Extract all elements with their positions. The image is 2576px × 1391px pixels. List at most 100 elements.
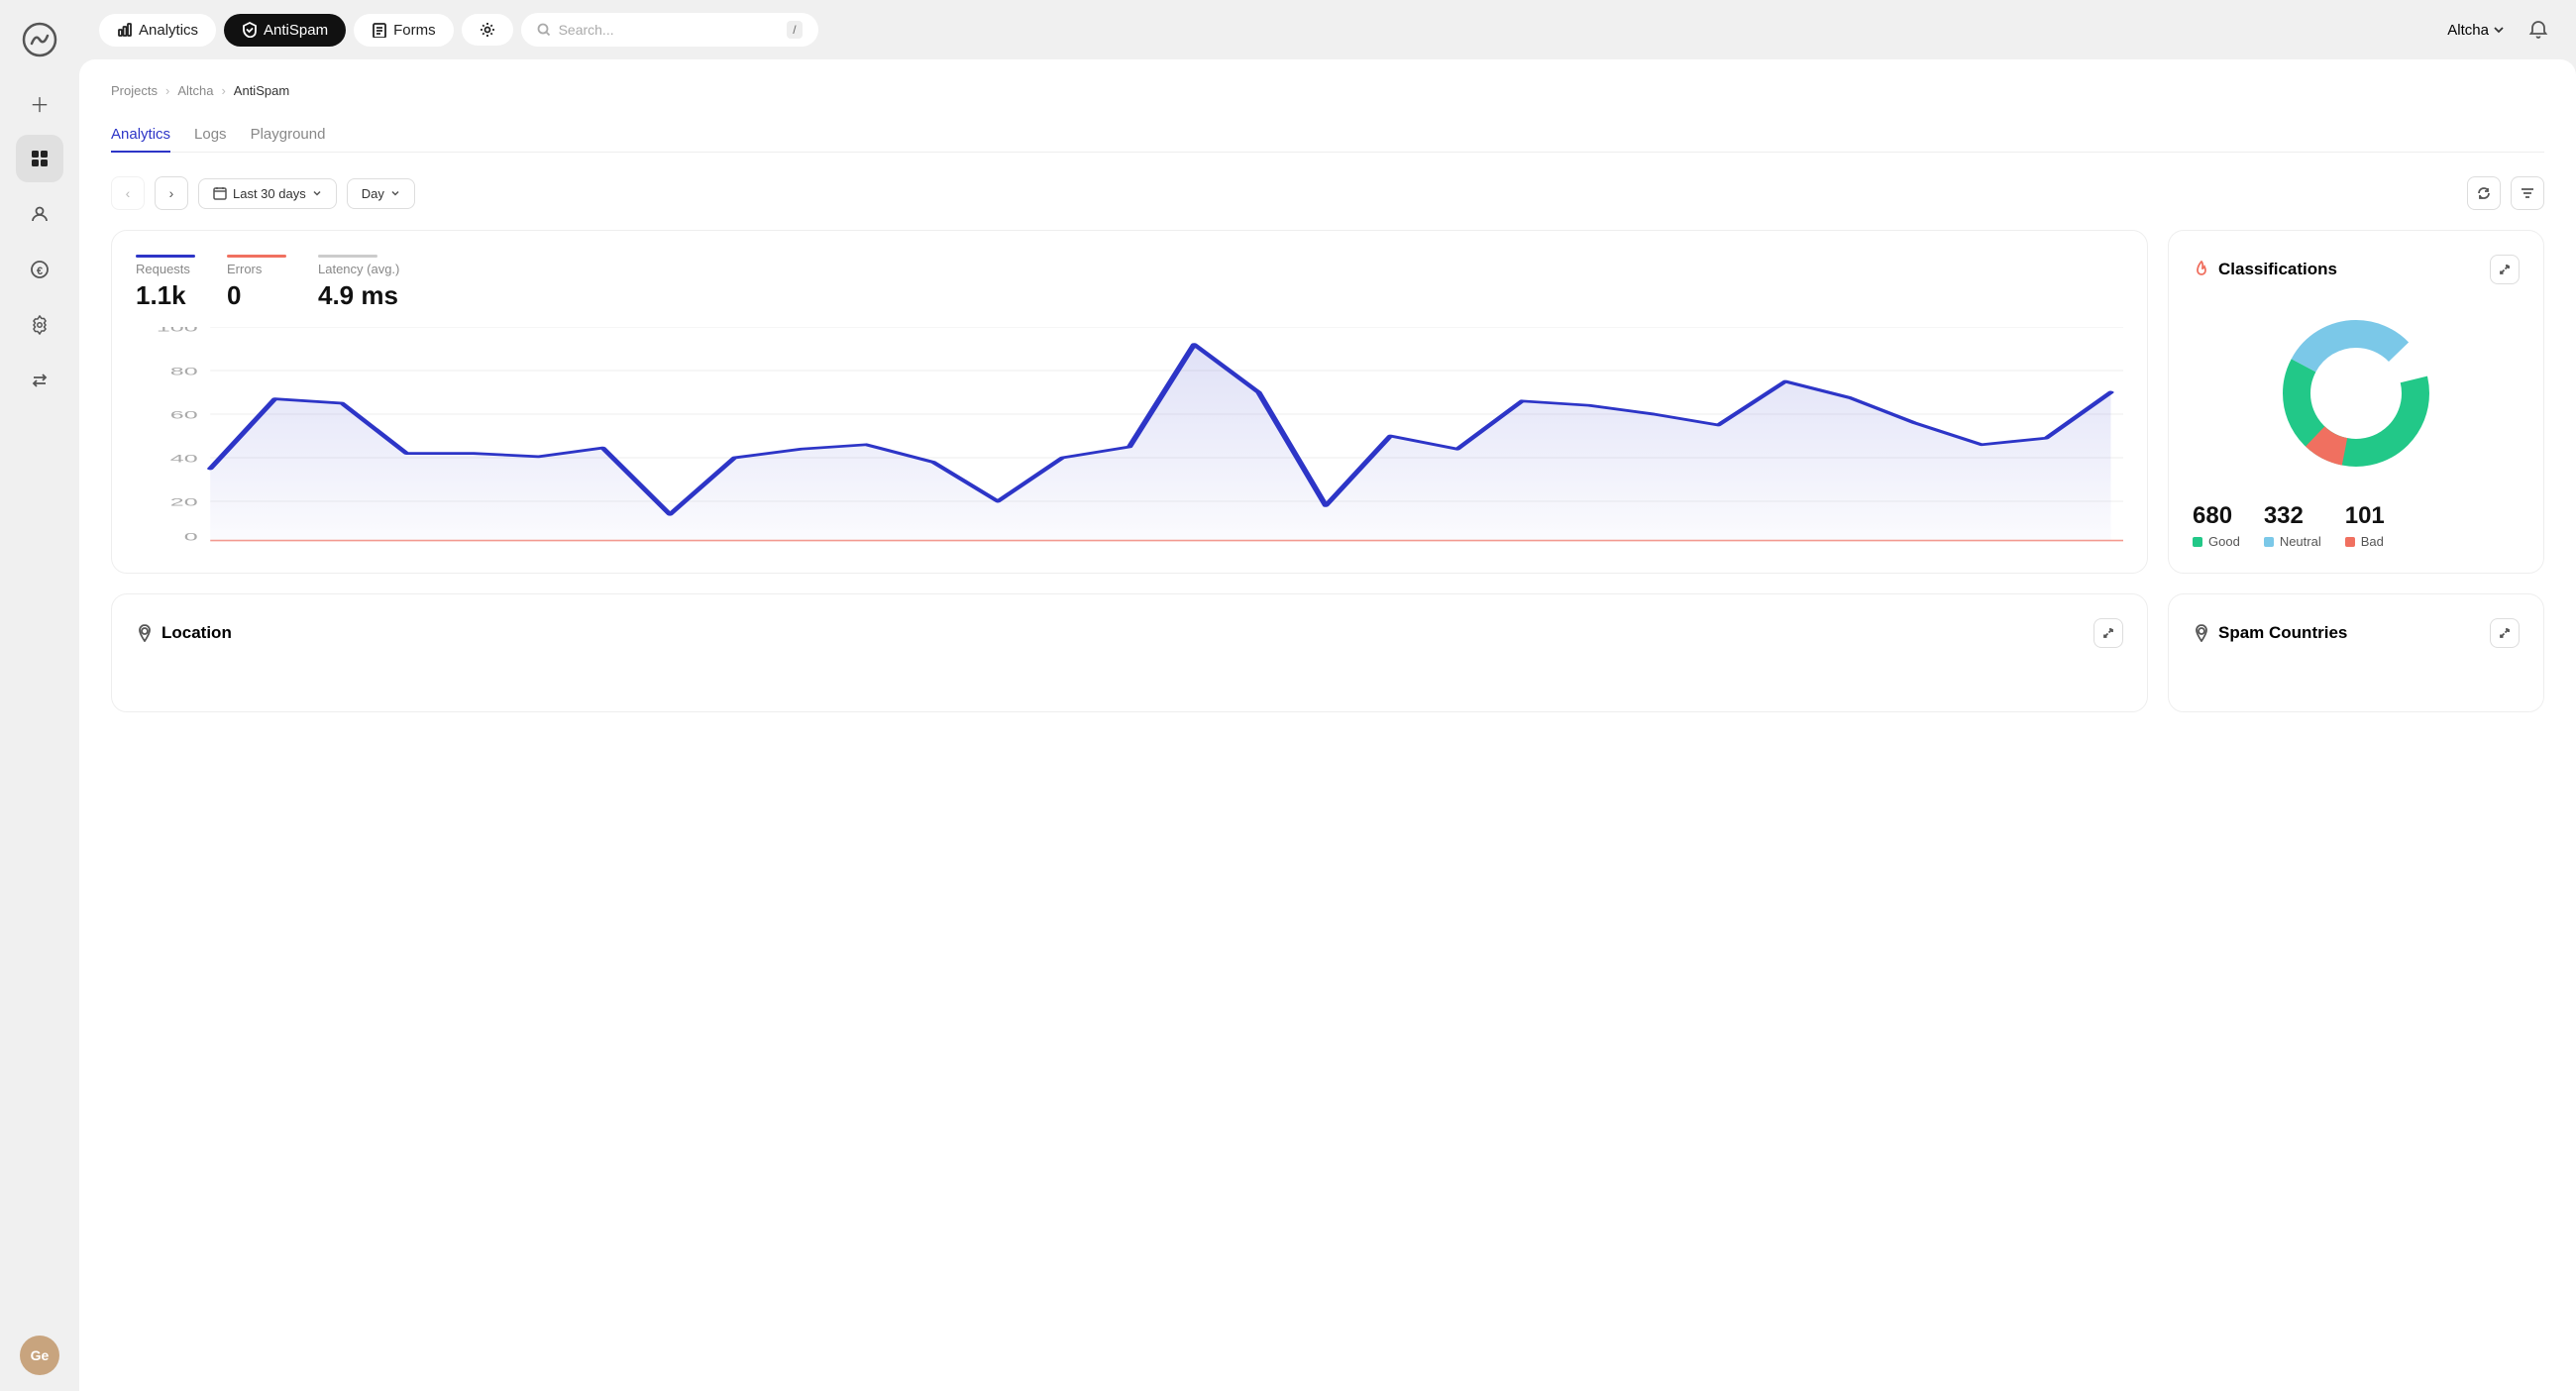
good-dot: [2193, 537, 2202, 547]
requests-value: 1.1k: [136, 280, 195, 311]
flame-icon: [2193, 261, 2210, 278]
neutral-value: 332: [2264, 502, 2321, 530]
breadcrumb-sep-1: ›: [165, 83, 169, 98]
line-chart: 100 80 60 40 20 0 Sep 18 Sep 19 Sep: [136, 327, 2123, 545]
forms-nav-label: Forms: [393, 22, 436, 39]
neutral-stat: 332 Neutral: [2264, 502, 2321, 549]
classifications-header: Classifications: [2193, 255, 2520, 284]
add-button[interactable]: ＋: [16, 79, 63, 127]
analytics-nav-label: Analytics: [139, 22, 198, 39]
bad-dot: [2345, 537, 2355, 547]
svg-text:20: 20: [170, 496, 198, 508]
breadcrumb-sep-2: ›: [221, 83, 225, 98]
latency-value: 4.9 ms: [318, 280, 399, 311]
refresh-button[interactable]: [2467, 176, 2501, 210]
tab-playground[interactable]: Playground: [251, 118, 326, 153]
bad-value: 101: [2345, 502, 2385, 530]
main-area: Analytics AntiSpam Forms Search.: [79, 0, 2576, 1391]
logo[interactable]: [16, 16, 63, 63]
location-icon: [136, 624, 154, 642]
breadcrumb-projects[interactable]: Projects: [111, 83, 158, 98]
donut-chart-container: [2193, 304, 2520, 482]
breadcrumb-altcha[interactable]: Altcha: [177, 83, 213, 98]
controls-bar: ‹ › Last 30 days Day: [111, 176, 2544, 210]
top-navigation: Analytics AntiSpam Forms Search.: [79, 0, 2576, 59]
requests-label: Requests: [136, 262, 195, 276]
spam-countries-expand-button[interactable]: [2490, 618, 2520, 648]
errors-label: Errors: [227, 262, 286, 276]
spam-countries-title-label: Spam Countries: [2218, 623, 2347, 643]
location-title-label: Location: [161, 623, 232, 643]
location-title: Location: [136, 623, 232, 643]
filter-button[interactable]: [2511, 176, 2544, 210]
spam-countries-title: Spam Countries: [2193, 623, 2347, 643]
svg-text:60: 60: [170, 409, 198, 421]
search-shortcut: /: [787, 21, 802, 39]
topnav-right: Altcha: [2447, 12, 2556, 48]
analytics-nav-button[interactable]: Analytics: [99, 14, 216, 47]
bad-label: Bad: [2345, 534, 2385, 549]
user-menu[interactable]: Altcha: [2447, 22, 2505, 39]
svg-text:80: 80: [170, 366, 198, 377]
donut-chart: [2267, 304, 2445, 482]
tab-analytics[interactable]: Analytics: [111, 118, 170, 153]
spam-countries-card: Spam Countries: [2168, 593, 2544, 712]
spam-countries-icon: [2193, 624, 2210, 642]
svg-text:40: 40: [170, 453, 198, 465]
user-button[interactable]: [16, 190, 63, 238]
classifications-card: Classifications: [2168, 230, 2544, 574]
notifications-button[interactable]: [2521, 12, 2556, 48]
sidebar: ＋ € Ge: [0, 0, 79, 1391]
content-area: Projects › Altcha › AntiSpam Analytics L…: [79, 59, 2576, 1391]
svg-text:100: 100: [157, 327, 198, 334]
breadcrumb: Projects › Altcha › AntiSpam: [111, 83, 2544, 98]
errors-line-indicator: [227, 255, 286, 258]
requests-legend: Requests 1.1k: [136, 255, 195, 311]
chart-svg: 100 80 60 40 20 0 Sep 18 Sep 19 Sep: [136, 327, 2123, 545]
search-placeholder: Search...: [559, 22, 614, 38]
controls-right: [2467, 176, 2544, 210]
neutral-dot: [2264, 537, 2274, 547]
gear-nav-button[interactable]: [462, 14, 513, 46]
latency-label: Latency (avg.): [318, 262, 399, 276]
svg-text:0: 0: [184, 531, 198, 543]
classifications-title-label: Classifications: [2218, 260, 2337, 279]
classifications-expand-button[interactable]: [2490, 255, 2520, 284]
svg-text:€: €: [37, 266, 43, 277]
next-button[interactable]: ›: [155, 176, 188, 210]
grid-button[interactable]: [16, 135, 63, 182]
latency-line-indicator: [318, 255, 377, 258]
search-bar[interactable]: Search... /: [521, 13, 818, 47]
granularity-select[interactable]: Day: [347, 178, 415, 209]
requests-line-indicator: [136, 255, 195, 258]
errors-legend: Errors 0: [227, 255, 286, 311]
latency-legend: Latency (avg.) 4.9 ms: [318, 255, 399, 311]
location-card: Location: [111, 593, 2148, 712]
requests-chart-card: Requests 1.1k Errors 0 Latency (avg.) 4.…: [111, 230, 2148, 574]
tab-logs[interactable]: Logs: [194, 118, 227, 153]
neutral-label: Neutral: [2264, 534, 2321, 549]
location-expand-button[interactable]: [2093, 618, 2123, 648]
granularity-label: Day: [362, 186, 384, 201]
good-label: Good: [2193, 534, 2240, 549]
date-range-label: Last 30 days: [233, 186, 306, 201]
location-card-header: Location: [136, 618, 2123, 648]
chart-legend: Requests 1.1k Errors 0 Latency (avg.) 4.…: [136, 255, 2123, 311]
errors-value: 0: [227, 280, 286, 311]
good-stat: 680 Good: [2193, 502, 2240, 549]
breadcrumb-antispam[interactable]: AntiSpam: [234, 83, 289, 98]
billing-button[interactable]: €: [16, 246, 63, 293]
bottom-row: Location Spam C: [111, 593, 2544, 712]
good-value: 680: [2193, 502, 2240, 530]
transfer-button[interactable]: [16, 357, 63, 404]
prev-button[interactable]: ‹: [111, 176, 145, 210]
date-range-select[interactable]: Last 30 days: [198, 178, 337, 209]
antispam-nav-button[interactable]: AntiSpam: [224, 14, 346, 47]
user-label: Altcha: [2447, 22, 2489, 39]
forms-nav-button[interactable]: Forms: [354, 14, 454, 47]
bad-stat: 101 Bad: [2345, 502, 2385, 549]
dashboard-grid: Requests 1.1k Errors 0 Latency (avg.) 4.…: [111, 230, 2544, 574]
antispam-nav-label: AntiSpam: [264, 22, 328, 39]
user-avatar[interactable]: Ge: [20, 1336, 59, 1375]
settings-button[interactable]: [16, 301, 63, 349]
